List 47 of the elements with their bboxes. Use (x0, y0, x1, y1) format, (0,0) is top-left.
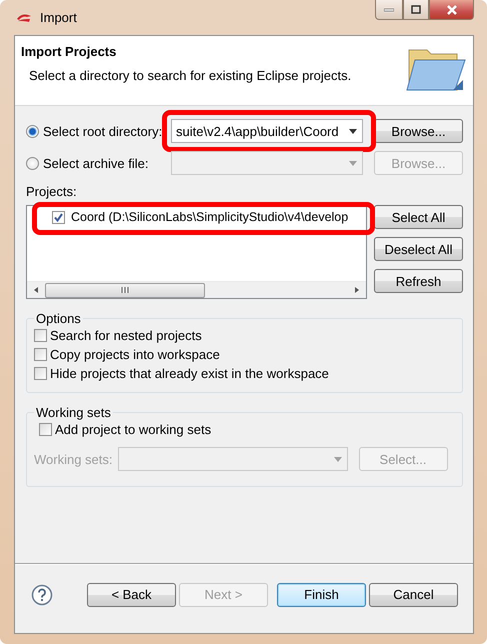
working-sets-combo-field[interactable] (118, 447, 348, 471)
radio-icon[interactable] (26, 124, 39, 138)
checkbox[interactable] (34, 348, 47, 361)
wizard-button[interactable]: Cancel (369, 582, 458, 606)
option-label: Search for nested projects (50, 328, 202, 343)
scroll-left-icon[interactable] (32, 286, 40, 294)
help-icon[interactable] (31, 584, 53, 606)
checkmark-icon (54, 212, 63, 222)
field-label: Working sets: (34, 452, 113, 466)
option-label: Copy projects into workspace (50, 347, 220, 362)
close-button[interactable] (429, 0, 474, 20)
path-combo-field[interactable]: suite\v2.4\app\builder\Coord (171, 119, 363, 143)
minimize-button[interactable] (375, 0, 403, 20)
dropdown-caret-icon[interactable] (349, 128, 357, 134)
group-title: Working sets (35, 405, 112, 420)
option-checkbox[interactable]: Search for nested projects (34, 328, 455, 343)
checkbox[interactable] (52, 210, 65, 224)
radio-option[interactable]: Select root directory: (26, 124, 171, 138)
list-action-button[interactable]: Select All (374, 205, 463, 229)
window-title: Import (40, 10, 78, 25)
option-checkbox[interactable]: Hide projects that already exist in the workspace (34, 366, 455, 381)
close-icon[interactable] (446, 4, 458, 14)
option-label: Hide projects that already exist in the workspace (50, 366, 329, 381)
group-title: Options (35, 311, 82, 326)
projects-label: Projects: (26, 184, 78, 199)
minimize-icon[interactable] (384, 8, 394, 12)
project-item[interactable]: Coord (D:\SiliconLabs\SimplicityStudio\v4\develop (52, 210, 366, 224)
maximize-icon[interactable] (411, 5, 421, 14)
maximize-button[interactable] (403, 0, 429, 20)
wizard-button[interactable]: Finish (277, 582, 366, 606)
list-action-button[interactable]: Deselect All (374, 237, 463, 261)
horizontal-scrollbar[interactable] (27, 281, 366, 298)
scroll-thumb[interactable] (45, 282, 205, 298)
page-title: Import Projects (21, 44, 118, 59)
browse-button[interactable]: Browse... (374, 119, 463, 143)
radio-label: Select archive file: (43, 156, 148, 170)
list-action-button[interactable]: Refresh (374, 269, 463, 293)
checkbox[interactable] (34, 329, 47, 342)
app-logo-icon (16, 12, 32, 22)
projects-list[interactable]: Coord (D:\SiliconLabs\SimplicityStudio\v4\develop (26, 205, 367, 299)
scroll-right-icon[interactable] (353, 286, 361, 294)
wizard-button[interactable]: < Back (87, 582, 176, 606)
option-checkbox[interactable]: Copy projects into workspace (34, 347, 455, 362)
radio-label: Select root directory: (43, 124, 162, 138)
page-description: Select a directory to search for existing Eclipse projects. (28, 68, 352, 83)
checkbox[interactable] (34, 367, 47, 380)
option-label: Add project to working sets (55, 422, 212, 437)
